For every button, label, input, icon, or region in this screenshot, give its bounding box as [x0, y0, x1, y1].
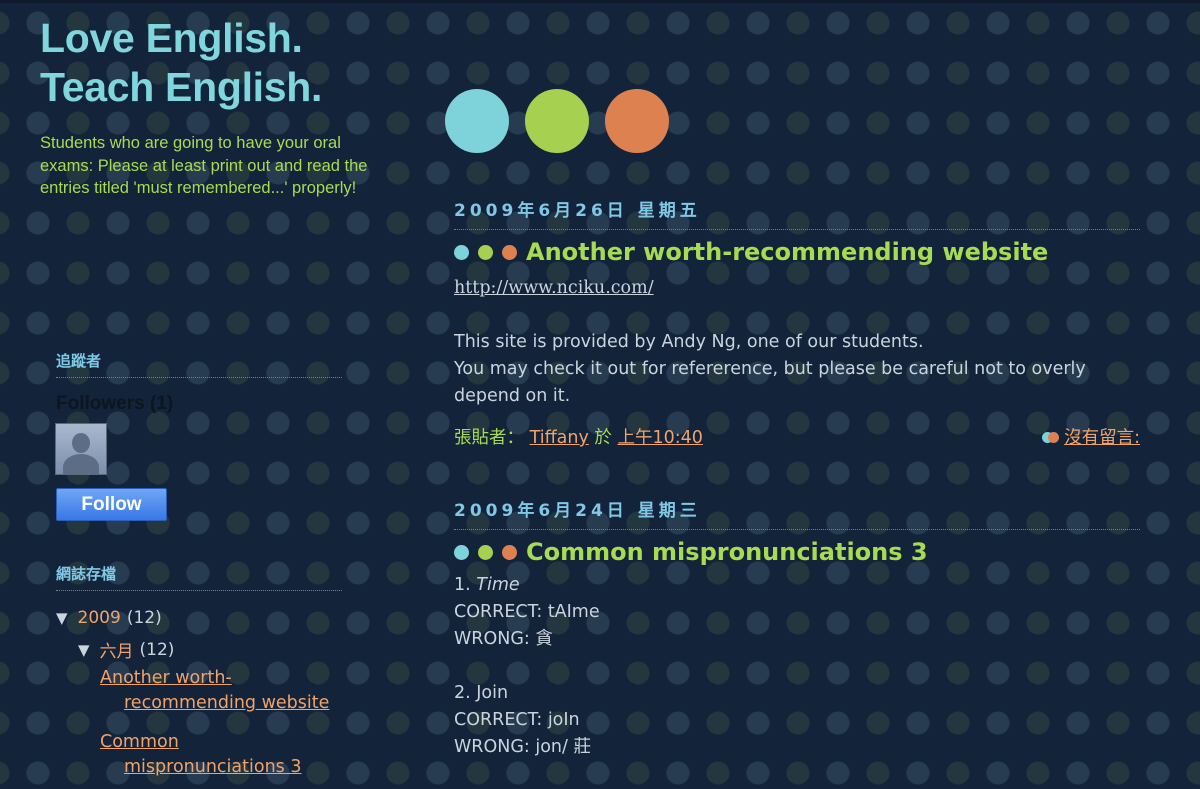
post-url-link[interactable]: http://www.nciku.com/ [454, 278, 654, 298]
follow-button[interactable]: Follow [56, 488, 167, 521]
post-title[interactable]: Common mispronunciations 3 [454, 538, 928, 566]
post-body: This site is provided by Andy Ng, one of… [454, 329, 1134, 410]
blog-description: Students who are going to have your oral… [40, 134, 368, 197]
title-dots-icon [454, 544, 517, 560]
top-border [0, 0, 1200, 3]
archive-heading: 網誌存檔 [56, 563, 342, 591]
archive-year-toggle-icon[interactable]: ▼ [56, 609, 68, 627]
archive-post-2-line-1[interactable]: Common [100, 730, 345, 755]
comments-link[interactable]: 沒有留言: [1064, 424, 1140, 449]
list-item-word: Time [476, 575, 520, 595]
teal-dot-icon [445, 89, 509, 153]
list-item-correct: CORRECT: tAIme [454, 602, 600, 622]
archive-year-count: (12) [126, 608, 162, 628]
archive-year-row: ▼ 2009 (12) [56, 608, 162, 628]
blog-title[interactable]: Love English. Teach English. [40, 14, 322, 112]
archive-post-link-2[interactable]: Common mispronunciations 3 [76, 730, 345, 780]
post-title-text[interactable]: Common mispronunciations 3 [526, 538, 928, 566]
list-item-wrong: WRONG: jon/ 莊 [454, 737, 591, 757]
list-spacer [454, 653, 1134, 680]
post-body-line: This site is provided by Andy Ng, one of… [454, 332, 924, 352]
post-title[interactable]: Another worth-recommending website [454, 238, 1048, 266]
orange-dot-icon [502, 544, 517, 560]
list-item-word: Join [476, 683, 509, 703]
list-item-number: 1. [454, 575, 477, 595]
avatar-head-shape [72, 433, 90, 453]
avatar-body-shape [63, 454, 99, 474]
followers-heading: 追蹤者 [56, 350, 342, 378]
follower-avatar[interactable] [55, 423, 107, 475]
archive-post-1-line-1[interactable]: Another worth- [100, 666, 345, 691]
archive-month-link[interactable]: 六月 [100, 637, 134, 662]
list-item-heading: 2. Join [454, 680, 1134, 707]
post-body: 1. Time CORRECT: tAIme WRONG: 貪 2. Join … [454, 572, 1134, 761]
list-item-correct: CORRECT: joIn [454, 710, 580, 730]
list-item-number: 2. [454, 683, 477, 703]
comments-link-wrapper[interactable]: 沒有留言: [1042, 424, 1140, 449]
blog-title-line-1[interactable]: Love English. [40, 14, 322, 63]
post-body-line: You may check it out for refererence, bu… [454, 359, 1086, 406]
title-dots-icon [454, 244, 517, 260]
author-link[interactable]: Tiffany [530, 428, 589, 448]
post-title-text[interactable]: Another worth-recommending website [526, 238, 1048, 266]
archive-post-2-line-2[interactable]: mispronunciations 3 [100, 755, 345, 780]
post-footer: 張貼者： Tiffany 於 上午10:40 沒有留言: [454, 424, 1140, 450]
archive-year-link[interactable]: 2009 [78, 608, 121, 628]
teal-dot-icon [454, 544, 469, 560]
archive-post-link-1[interactable]: Another worth- recommending website [76, 666, 345, 716]
green-dot-icon [478, 244, 493, 260]
post-time-link[interactable]: 上午10:40 [617, 428, 702, 448]
teal-dot-icon [454, 244, 469, 260]
posted-by-label: 張貼者： [454, 428, 524, 448]
post-date-header: 2009年6月26日 星期五 [454, 196, 1140, 230]
comment-bubble-icon [1042, 430, 1060, 444]
archive-month-toggle-icon[interactable]: ▼ [78, 641, 90, 659]
green-dot-icon [525, 89, 589, 153]
archive-month-row: ▼ 六月 (12) [78, 637, 175, 663]
archive-month-count: (12) [139, 639, 175, 660]
orange-dot-icon [605, 89, 669, 153]
green-dot-icon [478, 544, 493, 560]
posted-at-label: 於 [594, 428, 612, 448]
blog-title-line-2[interactable]: Teach English. [40, 63, 322, 112]
list-item-heading: 1. Time [454, 572, 1134, 599]
followers-count: Followers (1) [56, 393, 174, 414]
orange-dot-icon [502, 244, 517, 260]
archive-post-1-line-2[interactable]: recommending website [100, 691, 345, 716]
list-item-wrong: WRONG: 貪 [454, 629, 553, 649]
post-date-header: 2009年6月24日 星期三 [454, 496, 1140, 530]
